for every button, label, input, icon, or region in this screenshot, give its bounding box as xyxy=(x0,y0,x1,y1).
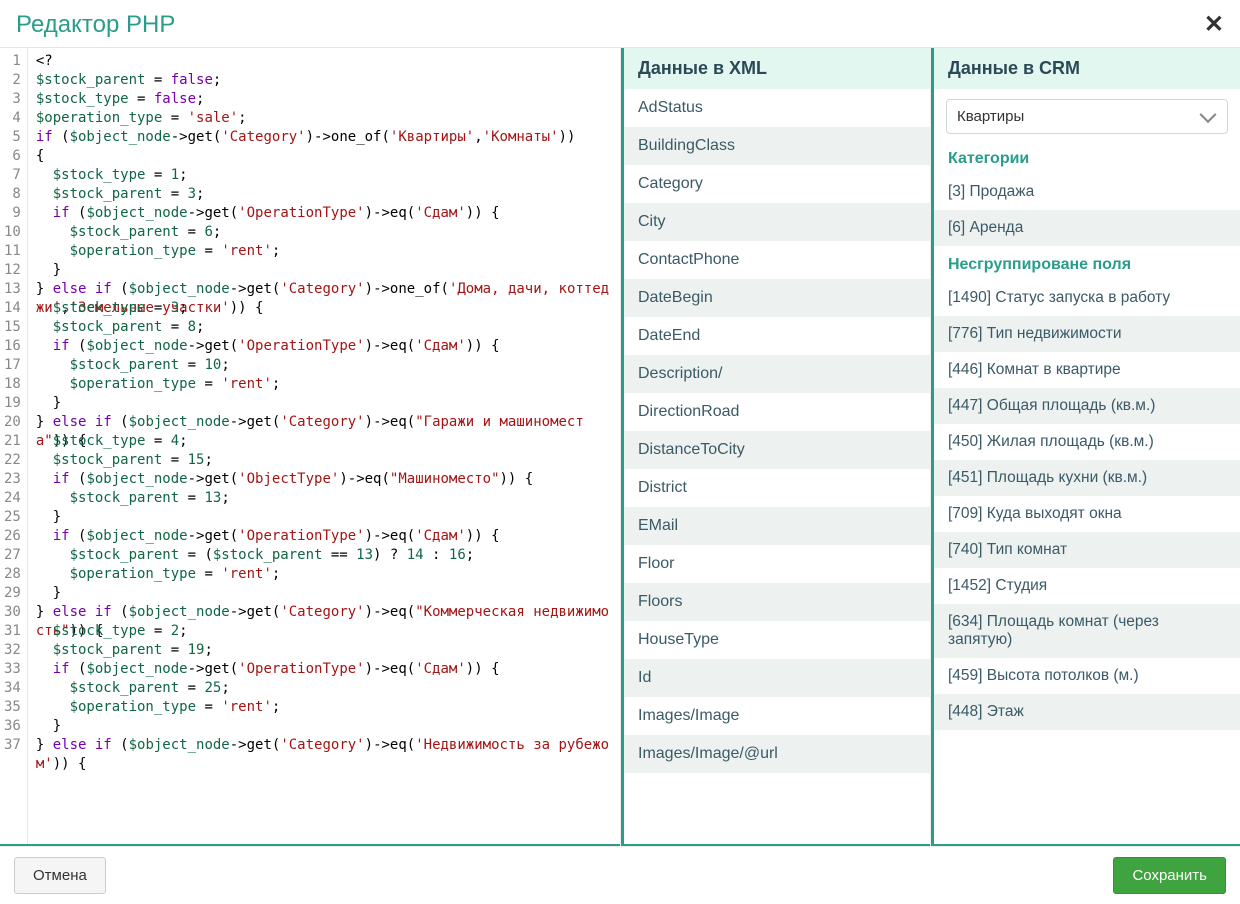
crm-field-item[interactable]: [446] Комнат в квартире xyxy=(934,352,1240,388)
xml-item[interactable]: Images/Image/@url xyxy=(624,735,930,773)
crm-field-item[interactable]: [740] Тип комнат xyxy=(934,532,1240,568)
crm-field-item[interactable]: [450] Жилая площадь (кв.м.) xyxy=(934,424,1240,460)
crm-field-item[interactable]: [447] Общая площадь (кв.м.) xyxy=(934,388,1240,424)
crm-field-item[interactable]: [634] Площадь комнат (через запятую) xyxy=(934,604,1240,658)
crm-field-item[interactable]: [1490] Статус запуска в работу xyxy=(934,280,1240,316)
crm-type-select[interactable]: Квартиры xyxy=(946,99,1228,134)
cancel-button[interactable]: Отмена xyxy=(14,857,106,894)
crm-field-item[interactable]: [451] Площадь кухни (кв.м.) xyxy=(934,460,1240,496)
crm-field-item[interactable]: [459] Высота потолков (м.) xyxy=(934,658,1240,694)
crm-field-item[interactable]: [709] Куда выходят окна xyxy=(934,496,1240,532)
xml-item[interactable]: DateBegin xyxy=(624,279,930,317)
save-button[interactable]: Сохранить xyxy=(1113,857,1226,894)
xml-item[interactable]: Images/Image xyxy=(624,697,930,735)
close-icon[interactable]: ✕ xyxy=(1204,10,1224,39)
crm-field-item[interactable]: [448] Этаж xyxy=(934,694,1240,730)
xml-item[interactable]: AdStatus xyxy=(624,89,930,127)
crm-field-item[interactable]: [776] Тип недвижимости xyxy=(934,316,1240,352)
xml-item[interactable]: Id xyxy=(624,659,930,697)
xml-item[interactable]: BuildingClass xyxy=(624,127,930,165)
page-title: Редактор PHP xyxy=(16,11,175,39)
xml-item[interactable]: Category xyxy=(624,165,930,203)
xml-item[interactable]: Description/ xyxy=(624,355,930,393)
xml-item[interactable]: EMail xyxy=(624,507,930,545)
xml-item[interactable]: District xyxy=(624,469,930,507)
xml-item[interactable]: DateEnd xyxy=(624,317,930,355)
crm-field-item[interactable]: [1452] Студия xyxy=(934,568,1240,604)
xml-panel: Данные в XML AdStatusBuildingClassCatego… xyxy=(620,48,930,846)
crm-fields-label: Несгруппироване поля xyxy=(934,246,1240,280)
xml-item[interactable]: HouseType xyxy=(624,621,930,659)
xml-panel-heading: Данные в XML xyxy=(624,48,930,89)
crm-panel-heading: Данные в CRM xyxy=(934,48,1240,89)
xml-item[interactable]: ContactPhone xyxy=(624,241,930,279)
xml-item[interactable]: DistanceToCity xyxy=(624,431,930,469)
xml-item[interactable]: DirectionRoad xyxy=(624,393,930,431)
crm-category-item[interactable]: [6] Аренда xyxy=(934,210,1240,246)
xml-item[interactable]: Floors xyxy=(624,583,930,621)
crm-category-item[interactable]: [3] Продажа xyxy=(934,174,1240,210)
crm-categories-label: Категории xyxy=(934,140,1240,174)
crm-panel: Данные в CRM Квартиры Категории [3] Прод… xyxy=(930,48,1240,846)
xml-item[interactable]: Floor xyxy=(624,545,930,583)
xml-item[interactable]: City xyxy=(624,203,930,241)
code-editor[interactable]: 1234567891011121314151617181920212223242… xyxy=(0,48,620,846)
